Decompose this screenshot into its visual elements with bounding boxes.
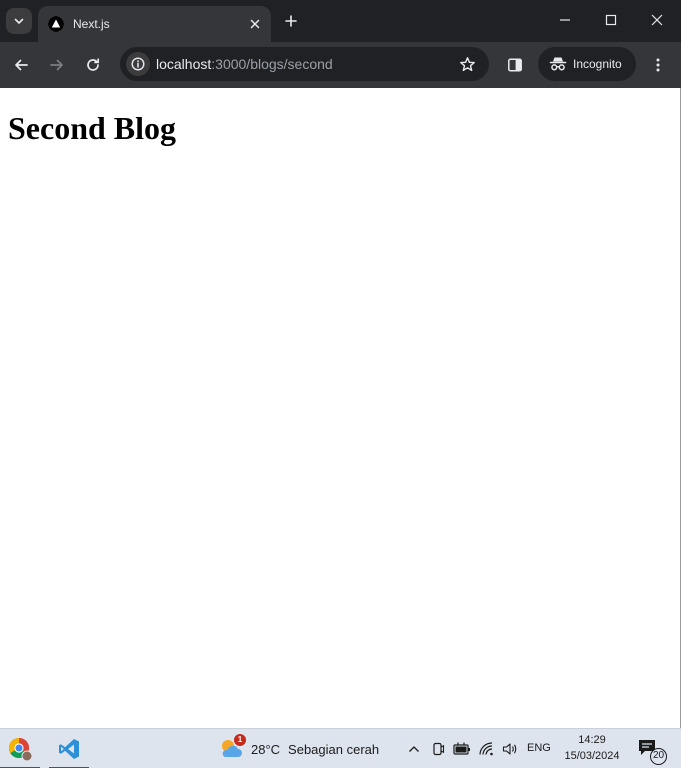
arrow-right-icon [50,59,63,71]
input-language-indicator[interactable]: ENG [527,742,551,754]
page-viewport: Second Blog [0,88,681,728]
battery-charging-icon [453,742,470,755]
browser-tab-active[interactable]: Next.js [38,6,271,42]
windows-taskbar: 1 28°C Sebagian cerah ENG 14:29 15/03/20… [0,728,681,768]
window-close-button[interactable] [634,0,680,40]
notification-center-button[interactable]: 20 [636,737,667,765]
bookmark-button[interactable] [457,54,477,74]
star-icon [459,56,475,71]
weather-widget[interactable]: 1 28°C Sebagian cerah [218,729,379,768]
back-button[interactable] [7,51,35,79]
chrome-icon [9,738,33,762]
reload-icon [87,58,100,71]
taskbar-vscode-app[interactable] [49,729,89,768]
weather-alert-badge: 1 [234,734,246,746]
arrow-left-icon [15,59,28,71]
url-host: localhost [156,56,212,72]
clock-time: 14:29 [578,734,606,746]
address-bar[interactable]: localhost:3000/blogs/second [120,47,489,81]
volume-control[interactable] [500,739,520,759]
incognito-icon [549,55,567,73]
nextjs-favicon-icon [48,16,64,32]
camera-icon [433,742,445,756]
tab-search-button[interactable] [6,8,32,34]
weather-description: Sebagian cerah [288,741,380,757]
side-panel-icon [508,58,522,72]
show-hidden-icons-button[interactable] [404,739,424,759]
side-panel-button[interactable] [501,51,529,79]
page-heading: Second Blog [8,110,177,146]
more-vertical-icon [656,58,660,72]
taskbar-chrome-app[interactable] [0,729,40,768]
battery-status[interactable] [452,739,472,759]
tab-title: Next.js [73,17,110,31]
incognito-label: Incognito [573,57,622,71]
browser-toolbar: localhost:3000/blogs/second Incognito [0,42,681,88]
maximize-icon [605,14,617,26]
incognito-profile-button[interactable]: Incognito [538,47,636,81]
url-text: localhost:3000/blogs/second [156,56,333,72]
partly-cloudy-icon: 1 [218,734,246,762]
new-tab-button[interactable] [280,10,302,32]
site-info-button[interactable] [126,52,150,76]
browser-menu-button[interactable] [644,51,672,79]
speaker-icon [502,743,517,755]
taskbar-clock[interactable]: 14:29 15/03/2024 [556,732,628,764]
wifi-icon [479,742,493,756]
chevron-up-icon [409,746,419,752]
network-status[interactable] [477,739,497,759]
clock-date: 15/03/2024 [564,750,620,762]
reload-button[interactable] [79,51,107,79]
close-icon [250,19,260,29]
info-icon [131,57,145,71]
vscode-icon [59,739,79,759]
close-icon [651,14,663,26]
forward-button[interactable] [43,51,71,79]
chevron-down-icon [14,18,24,24]
plus-icon [285,15,297,27]
weather-temperature: 28°C [251,741,281,757]
tab-close-button[interactable] [245,14,265,34]
notification-count-badge: 20 [650,748,667,765]
meet-now-button[interactable] [428,739,448,759]
browser-titlebar: Next.js [0,0,681,42]
minimize-icon [560,19,570,21]
url-path: :3000/blogs/second [211,56,333,72]
maximize-button[interactable] [588,0,634,40]
minimize-button[interactable] [542,0,588,40]
